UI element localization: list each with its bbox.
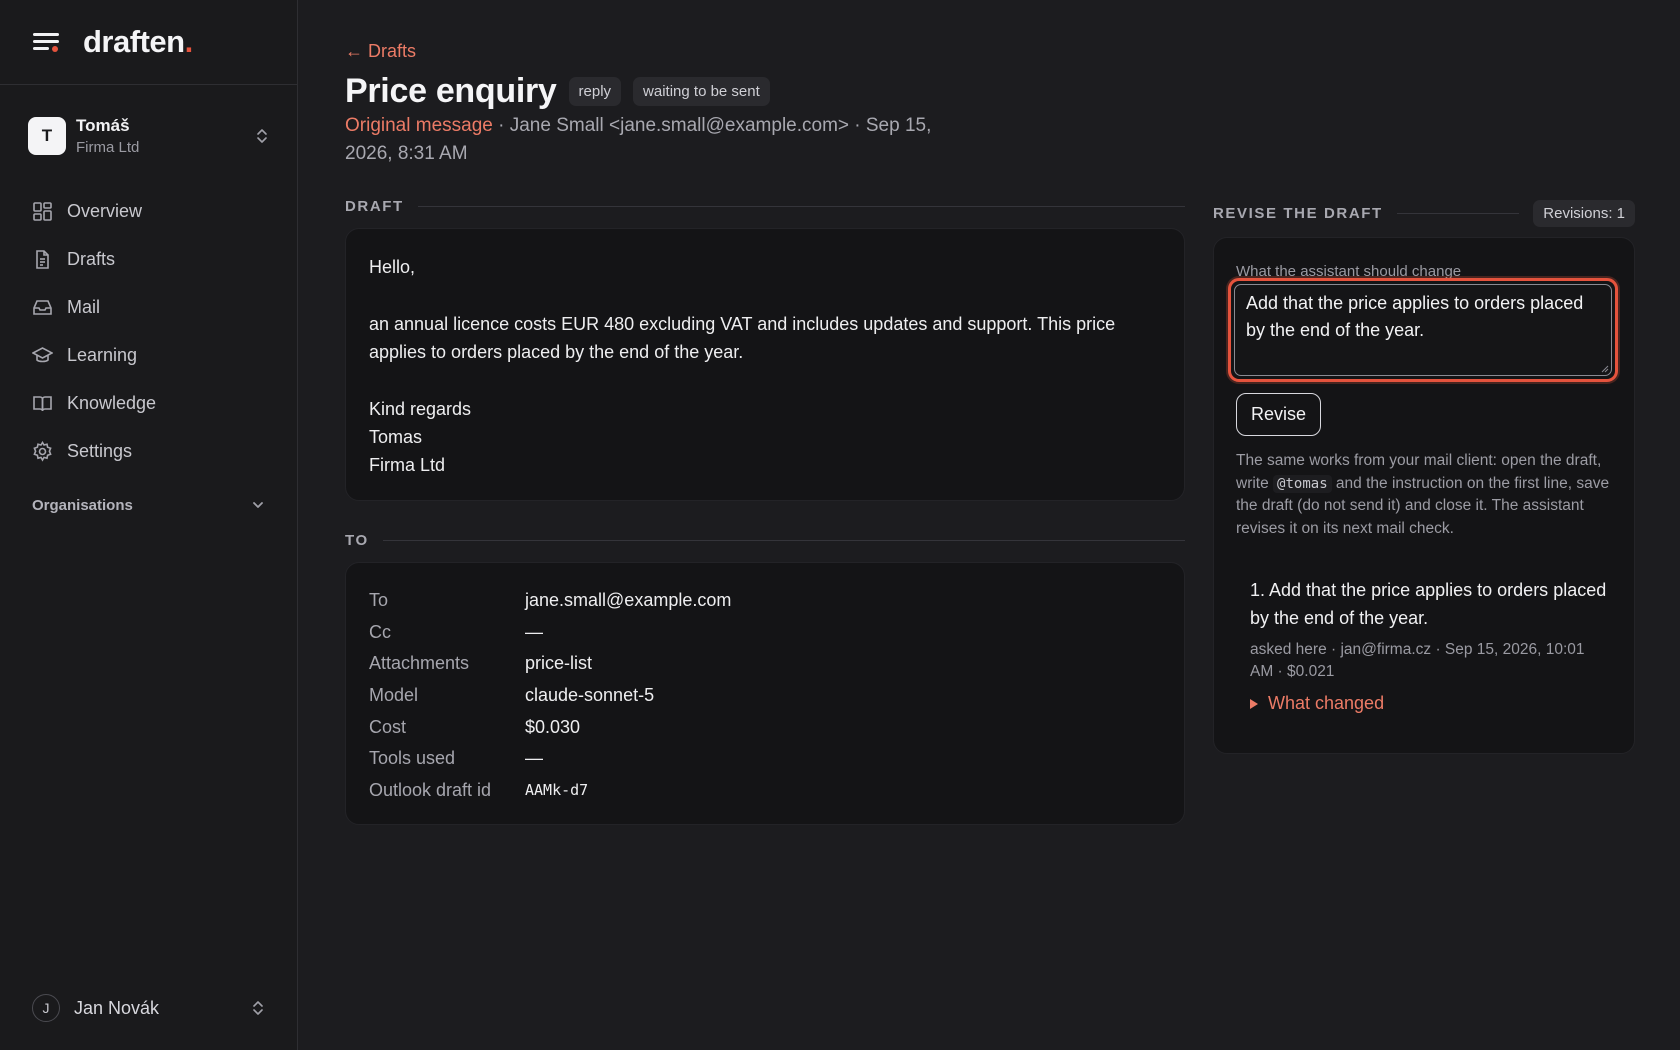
revise-section-label: REVISE THE DRAFT bbox=[1213, 205, 1383, 222]
workspace-avatar: T bbox=[28, 117, 66, 155]
brand-header: draften. bbox=[0, 0, 297, 85]
workspace-name: Tomáš bbox=[76, 116, 130, 135]
sidebar-item-settings[interactable]: Settings bbox=[22, 427, 275, 475]
detail-key: Cc bbox=[369, 621, 391, 642]
user-name: Jan Novák bbox=[74, 997, 160, 1018]
draft-body-card: Hello, an annual licence costs EUR 480 e… bbox=[345, 228, 1185, 501]
draft-signature-org: Firma Ltd bbox=[369, 455, 446, 475]
revise-section-header: REVISE THE DRAFT Revisions: 1 bbox=[1213, 200, 1635, 227]
sidebar-nav: Overview Drafts Mail Learning Knowledge … bbox=[0, 187, 297, 475]
draft-signature-name: Tomas bbox=[369, 427, 423, 447]
avatar: J bbox=[32, 994, 60, 1022]
detail-key: Attachments bbox=[369, 653, 470, 674]
message-meta: Original message · Jane Small <jane.smal… bbox=[345, 112, 965, 168]
detail-row-cost: Cost $0.030 bbox=[369, 711, 1161, 743]
detail-key: Cost bbox=[369, 716, 407, 737]
book-icon bbox=[33, 395, 52, 411]
organisations-toggle[interactable]: Organisations bbox=[22, 487, 275, 523]
detail-value: price-list bbox=[525, 653, 593, 674]
revision-meta: asked here · jan@firma.cz · Sep 15, 2026… bbox=[1250, 641, 1585, 680]
draft-body-line: an annual licence costs EUR 480 excludin… bbox=[369, 314, 1116, 334]
original-message-link[interactable]: Original message bbox=[345, 115, 493, 136]
revision-history-item: 1. Add that the price applies to orders … bbox=[1250, 576, 1610, 714]
detail-row-to: To jane.small@example.com bbox=[369, 585, 1161, 617]
sidebar-item-label: Drafts bbox=[67, 248, 116, 269]
detail-key: Tools used bbox=[369, 748, 456, 769]
document-icon bbox=[36, 249, 49, 269]
revise-button[interactable]: Revise bbox=[1236, 393, 1322, 436]
recipients-card: To jane.small@example.com Cc — Attachmen… bbox=[345, 562, 1185, 825]
detail-row-model: Model claude-sonnet-5 bbox=[369, 680, 1161, 712]
draft-body-line: applies to orders placed by the end of t… bbox=[369, 342, 744, 362]
sidebar-item-label: Mail bbox=[67, 296, 101, 317]
sidebar: draften. T Tomáš Firma Ltd Overview Draf… bbox=[0, 0, 298, 1050]
instruction-input[interactable]: Add that the price applies to orders pla… bbox=[1234, 284, 1612, 376]
app-logo[interactable]: draften. bbox=[83, 24, 193, 60]
divider bbox=[1396, 213, 1520, 214]
detail-key: To bbox=[369, 590, 389, 611]
gear-icon bbox=[33, 440, 52, 462]
detail-value: — bbox=[525, 621, 543, 642]
sidebar-item-drafts[interactable]: Drafts bbox=[22, 235, 275, 283]
what-changed-toggle[interactable]: What changed bbox=[1250, 693, 1610, 714]
detail-row-tools-used: Tools used — bbox=[369, 743, 1161, 775]
menu-icon[interactable] bbox=[33, 32, 59, 52]
chevron-down-icon bbox=[253, 502, 263, 508]
mention-code: @tomas bbox=[1273, 474, 1332, 493]
sidebar-item-label: Knowledge bbox=[67, 392, 157, 413]
mail-client-help-text: The same works from your mail client: op… bbox=[1236, 452, 1610, 537]
detail-value: jane.small@example.com bbox=[525, 590, 732, 611]
draft-section-header: DRAFT bbox=[345, 198, 1185, 215]
organisations-label: Organisations bbox=[32, 496, 133, 514]
to-section-label: TO bbox=[345, 532, 369, 549]
detail-value: $0.030 bbox=[525, 716, 581, 737]
workspace-switcher[interactable]: T Tomáš Firma Ltd bbox=[0, 85, 297, 187]
detail-key: Model bbox=[369, 685, 419, 706]
draft-section-label: DRAFT bbox=[345, 198, 404, 215]
triangle-right-icon bbox=[1250, 698, 1258, 709]
user-menu[interactable]: J Jan Novák bbox=[0, 966, 297, 1050]
detail-value: AAMk-d7 bbox=[525, 781, 589, 800]
detail-value: — bbox=[525, 748, 543, 769]
divider bbox=[382, 540, 1185, 541]
divider bbox=[417, 206, 1185, 207]
workspace-org: Firma Ltd bbox=[76, 139, 140, 156]
what-changed-label: What changed bbox=[1268, 693, 1385, 713]
title-row: Price enquiry reply waiting to be sent bbox=[345, 72, 770, 111]
detail-value: claude-sonnet-5 bbox=[525, 685, 655, 706]
chevron-up-down-icon bbox=[253, 1001, 263, 1015]
revision-title: 1. Add that the price applies to orders … bbox=[1250, 580, 1607, 628]
revisions-count-badge: Revisions: 1 bbox=[1533, 200, 1635, 227]
detail-row-attachments: Attachments price-list bbox=[369, 648, 1161, 680]
instruction-field-focus-ring: Add that the price applies to orders pla… bbox=[1228, 278, 1618, 382]
sidebar-item-label: Overview bbox=[67, 200, 143, 221]
draft-greeting: Hello, bbox=[369, 257, 416, 277]
sidebar-item-mail[interactable]: Mail bbox=[22, 283, 275, 331]
type-badge: reply bbox=[568, 77, 622, 106]
draft-closing: Kind regards bbox=[369, 399, 472, 419]
detail-row-cc: Cc — bbox=[369, 617, 1161, 649]
grid-icon bbox=[33, 201, 52, 221]
chevron-up-down-icon bbox=[257, 129, 267, 143]
detail-key: Outlook draft id bbox=[369, 779, 492, 800]
revise-card: What the assistant should change Add tha… bbox=[1213, 237, 1635, 754]
inbox-icon bbox=[33, 299, 52, 315]
status-badge: waiting to be sent bbox=[633, 77, 770, 106]
graduation-cap-icon bbox=[32, 346, 53, 362]
resize-handle-icon[interactable] bbox=[1599, 363, 1609, 373]
to-section-header: TO bbox=[345, 532, 1185, 549]
detail-row-outlook-draft-id: Outlook draft id AAMk-d7 bbox=[369, 775, 1161, 807]
sidebar-item-learning[interactable]: Learning bbox=[22, 331, 275, 379]
page-title: Price enquiry bbox=[345, 72, 557, 110]
sidebar-item-knowledge[interactable]: Knowledge bbox=[22, 379, 275, 427]
back-to-drafts-link[interactable]: ← Drafts bbox=[345, 41, 416, 62]
sidebar-item-overview[interactable]: Overview bbox=[22, 187, 275, 235]
sidebar-item-label: Learning bbox=[67, 344, 138, 365]
sidebar-item-label: Settings bbox=[67, 440, 133, 461]
